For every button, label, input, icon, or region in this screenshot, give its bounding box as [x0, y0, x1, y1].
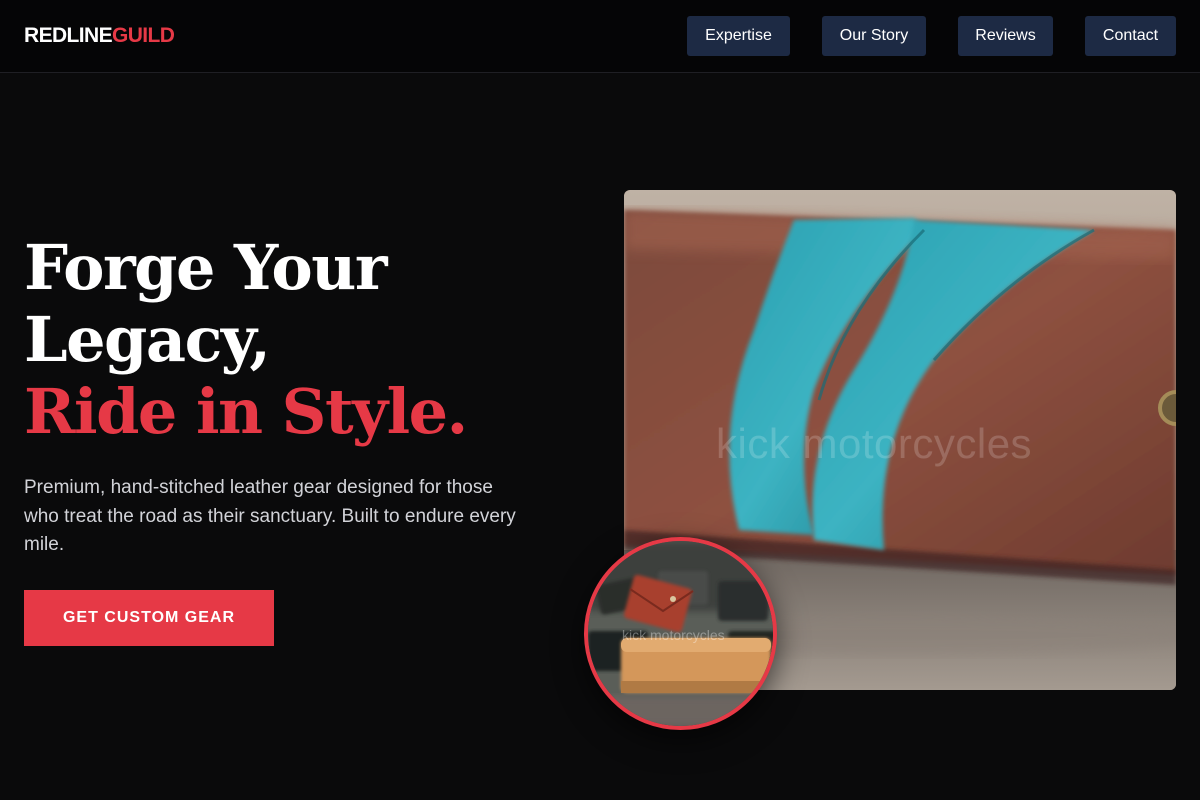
inset-photo-watermark: kick motorcycles	[622, 627, 725, 643]
nav-expertise-button[interactable]: Expertise	[687, 16, 790, 56]
top-navbar: REDLINEGUILD Expertise Our Story Reviews…	[0, 0, 1200, 73]
hero-description: Premium, hand-stitched leather gear desi…	[24, 477, 516, 555]
get-custom-gear-button[interactable]: GET CUSTOM GEAR	[24, 590, 274, 646]
nav-reviews-button[interactable]: Reviews	[958, 16, 1053, 56]
brand-name-guild: GUILD	[111, 24, 175, 47]
main-photo-watermark: kick motorcycles	[716, 420, 1033, 467]
headline-line-3-accent: Ride in Style.	[24, 375, 468, 448]
brand-logo[interactable]: REDLINEGUILD	[24, 23, 175, 49]
headline-line-1: Forge Your	[24, 231, 388, 304]
nav-our-story-button[interactable]: Our Story	[822, 16, 926, 56]
nav-contact-button[interactable]: Contact	[1085, 16, 1176, 56]
brand-name-redline: REDLINE	[24, 24, 113, 47]
hero-headline-block: Forge Your Legacy, Ride in Style.	[24, 232, 544, 448]
headline-line-2: Legacy,	[24, 303, 271, 376]
hero-headline: Forge Your Legacy, Ride in Style.	[24, 232, 544, 448]
